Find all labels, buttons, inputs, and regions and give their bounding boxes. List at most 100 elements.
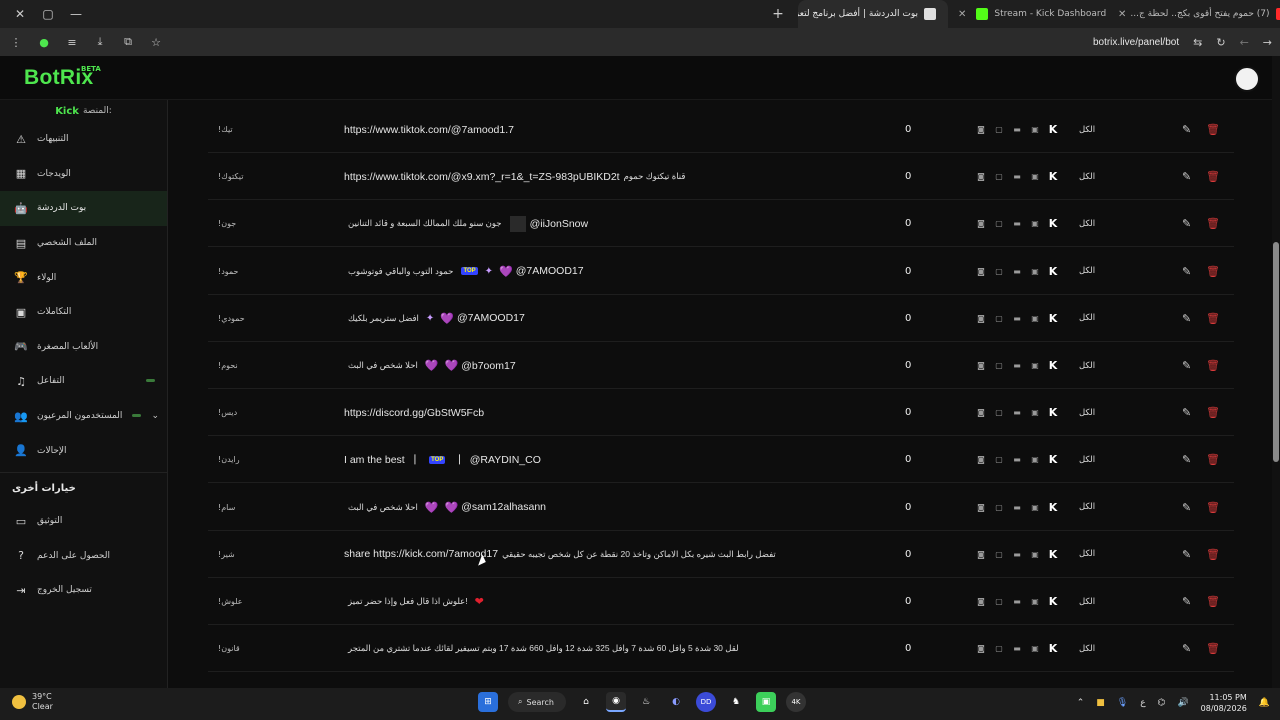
trovo-icon[interactable]: ▣: [1029, 597, 1041, 607]
puzzle-icon[interactable]: ⧉: [120, 35, 136, 49]
twitch-icon[interactable]: ◙: [975, 313, 987, 323]
edit-icon[interactable]: ✎: [1182, 484, 1191, 531]
kick-icon[interactable]: K: [1047, 595, 1059, 608]
chat-icon[interactable]: ▢: [993, 219, 1005, 229]
language-indicator[interactable]: ع: [1140, 698, 1145, 708]
twitch-icon[interactable]: ◙: [975, 597, 987, 607]
delete-icon[interactable]: 🗑: [1206, 531, 1220, 578]
sidebar-item-integrations[interactable]: ▣ التكاملات: [0, 295, 167, 330]
delete-icon[interactable]: 🗑: [1206, 295, 1220, 342]
delete-icon[interactable]: 🗑: [1206, 200, 1220, 247]
chat-icon[interactable]: ▢: [993, 597, 1005, 607]
youtube-icon[interactable]: ▬: [1011, 219, 1023, 229]
minimize-window-icon[interactable]: —: [62, 7, 90, 21]
chat-icon[interactable]: ▢: [993, 313, 1005, 323]
sidebar-item-music[interactable]: ♫ التفاعل: [0, 364, 167, 399]
user-avatar[interactable]: [1234, 66, 1260, 92]
chat-icon[interactable]: ▢: [993, 125, 1005, 135]
back-icon[interactable]: ←: [1240, 36, 1249, 49]
chat-icon[interactable]: ▢: [993, 455, 1005, 465]
chat-icon[interactable]: ▢: [993, 266, 1005, 276]
kick-icon[interactable]: K: [1047, 170, 1059, 183]
twitch-icon[interactable]: ◙: [975, 266, 987, 276]
sidebar-item-help[interactable]: ? الحصول على الدعم: [0, 539, 167, 574]
twitch-icon[interactable]: ◙: [975, 172, 987, 182]
chat-icon[interactable]: ▢: [993, 408, 1005, 418]
trovo-icon[interactable]: ▣: [1029, 172, 1041, 182]
delete-icon[interactable]: 🗑: [1206, 484, 1220, 531]
chat-icon[interactable]: ▢: [993, 549, 1005, 559]
trovo-icon[interactable]: ▣: [1029, 125, 1041, 135]
close-tab-icon[interactable]: ✕: [1118, 9, 1126, 20]
youtube-icon[interactable]: ▬: [1011, 266, 1023, 276]
clock[interactable]: 11:05 PM 08/08/2026: [1201, 692, 1247, 714]
maximize-window-icon[interactable]: ▢: [34, 7, 62, 21]
delete-icon[interactable]: 🗑: [1206, 153, 1220, 200]
dd-app-icon[interactable]: DD: [696, 692, 716, 712]
twitch-icon[interactable]: ◙: [975, 125, 987, 135]
kick-icon[interactable]: K: [1047, 548, 1059, 561]
tab-botrix[interactable]: بوت الدردشة | أفضل برنامج لتعز... ✕: [798, 0, 948, 28]
chat-icon[interactable]: ▢: [993, 644, 1005, 654]
sidebar-item-gamepad[interactable]: 🎮 الألعاب المصغرة: [0, 330, 167, 365]
chat-icon[interactable]: ▢: [993, 172, 1005, 182]
twitch-icon[interactable]: ◙: [975, 455, 987, 465]
tray-chevron-icon[interactable]: ⌃: [1077, 698, 1085, 708]
url-field[interactable]: botrix.live/panel/bot: [1093, 37, 1179, 48]
trovo-icon[interactable]: ▣: [1029, 266, 1041, 276]
edit-icon[interactable]: ✎: [1182, 578, 1191, 625]
delete-icon[interactable]: 🗑: [1206, 625, 1220, 672]
youtube-icon[interactable]: ▬: [1011, 455, 1023, 465]
sidebar-item-warning[interactable]: ⚠ التنبيهات: [0, 122, 167, 157]
edit-icon[interactable]: ✎: [1182, 106, 1191, 153]
chat-icon[interactable]: ▢: [993, 361, 1005, 371]
youtube-icon[interactable]: ▬: [1011, 502, 1023, 512]
trovo-icon[interactable]: ▣: [1029, 644, 1041, 654]
sidebar-item-users[interactable]: 👥 المستخدمون المرعيون ⌄: [0, 399, 167, 434]
youtube-icon[interactable]: ▬: [1011, 549, 1023, 559]
tab-kick-dashboard[interactable]: ✕ Stream - Kick Dashboard: [948, 0, 1108, 28]
extension-p-icon[interactable]: ●: [36, 36, 52, 49]
twitch-icon[interactable]: ◙: [975, 408, 987, 418]
close-window-icon[interactable]: ✕: [6, 7, 34, 21]
edit-icon[interactable]: ✎: [1182, 531, 1191, 578]
delete-icon[interactable]: 🗑: [1206, 342, 1220, 389]
youtube-icon[interactable]: ▬: [1011, 361, 1023, 371]
edit-icon[interactable]: ✎: [1182, 295, 1191, 342]
kick-icon[interactable]: K: [1047, 642, 1059, 655]
delete-icon[interactable]: 🗑: [1206, 436, 1220, 483]
reload-icon[interactable]: ↻: [1216, 36, 1225, 49]
scrollbar-thumb[interactable]: [1273, 242, 1279, 462]
trovo-icon[interactable]: ▣: [1029, 219, 1041, 229]
kick-icon[interactable]: K: [1047, 406, 1059, 419]
weather-widget[interactable]: 39°C Clear: [12, 692, 53, 712]
edit-icon[interactable]: ✎: [1182, 342, 1191, 389]
chrome-icon[interactable]: ◉: [606, 692, 626, 712]
sidebar-item-profile-card[interactable]: ▤ الملف الشخصي: [0, 226, 167, 261]
sidebar-item-referrals[interactable]: 👤 الإحالات: [0, 433, 167, 468]
kick-icon[interactable]: K: [1047, 359, 1059, 372]
streaming-app-icon[interactable]: ▣: [756, 692, 776, 712]
youtube-icon[interactable]: ▬: [1011, 125, 1023, 135]
chevron-down-icon[interactable]: ⌄: [151, 411, 159, 421]
kick-icon[interactable]: K: [1047, 312, 1059, 325]
youtube-icon[interactable]: ▬: [1011, 644, 1023, 654]
trovo-icon[interactable]: ▣: [1029, 549, 1041, 559]
trovo-icon[interactable]: ▣: [1029, 313, 1041, 323]
chess-icon[interactable]: ♞: [726, 692, 746, 712]
sidebar-item-docs[interactable]: ▭ التوثيق: [0, 504, 167, 539]
edit-icon[interactable]: ✎: [1182, 200, 1191, 247]
youtube-icon[interactable]: ▬: [1011, 597, 1023, 607]
trovo-icon[interactable]: ▣: [1029, 361, 1041, 371]
volume-icon[interactable]: 🔊: [1177, 698, 1188, 708]
home-icon[interactable]: ⌂: [576, 692, 596, 712]
edit-icon[interactable]: ✎: [1182, 436, 1191, 483]
twitch-icon[interactable]: ◙: [975, 644, 987, 654]
site-settings-icon[interactable]: ⇆: [1193, 36, 1202, 49]
edit-icon[interactable]: ✎: [1182, 389, 1191, 436]
edit-icon[interactable]: ✎: [1182, 153, 1191, 200]
kick-icon[interactable]: K: [1047, 501, 1059, 514]
notifications-icon[interactable]: 🔔: [1259, 698, 1270, 708]
star-icon[interactable]: ☆: [148, 36, 164, 49]
microphone-icon[interactable]: 🎙: [1117, 698, 1128, 708]
